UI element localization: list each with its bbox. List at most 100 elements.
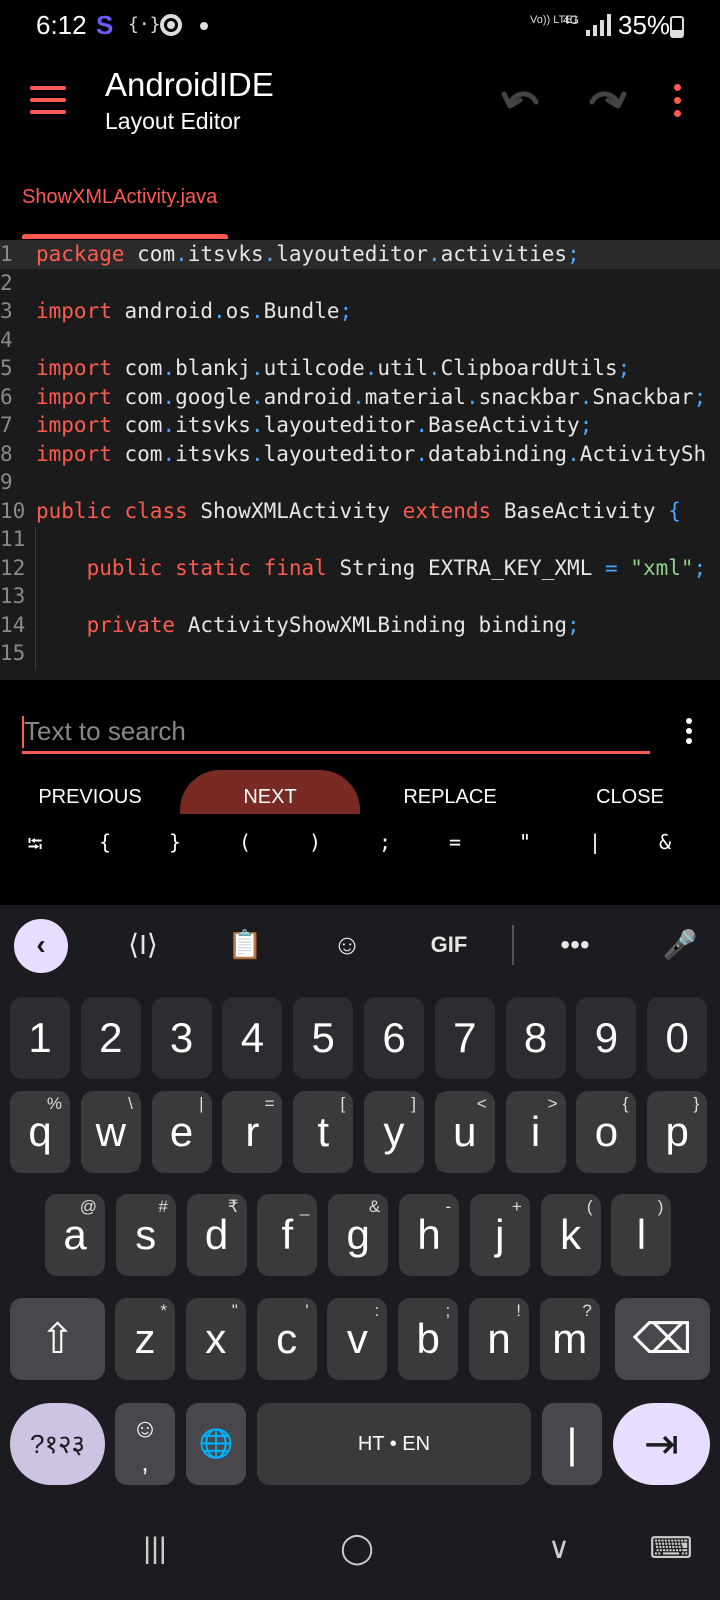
symbol-key[interactable]: { <box>70 830 140 854</box>
key-9[interactable]: 9 <box>576 997 637 1079</box>
symbol-tab-key[interactable]: ⭾ <box>0 830 70 864</box>
symbol-key[interactable]: ( <box>210 830 280 854</box>
code-token: ; <box>567 612 580 637</box>
key-0[interactable]: 0 <box>647 997 708 1079</box>
line-number: 8 <box>0 441 13 466</box>
key-s[interactable]: s # <box>115 1194 176 1276</box>
language-globe-key[interactable]: 🌐 <box>186 1403 246 1485</box>
code-line[interactable]: 13 <box>0 582 720 611</box>
symbol-key[interactable]: & <box>630 830 700 854</box>
symbol-key[interactable]: = <box>420 830 490 854</box>
keyboard-switch-icon[interactable]: ⌨ <box>646 1529 696 1569</box>
next-button[interactable]: NEXT <box>180 770 360 814</box>
symbol-key[interactable]: ; <box>350 830 420 854</box>
key-v[interactable]: v: <box>327 1298 388 1380</box>
symbols-key[interactable]: ?१२३ <box>10 1403 105 1485</box>
hamburger-menu-icon[interactable] <box>30 86 66 116</box>
key-h[interactable]: h- <box>399 1194 459 1276</box>
code-line[interactable]: 7 import com.itsvks.layouteditor.BaseActi… <box>0 411 720 440</box>
code-line[interactable]: 9 <box>0 468 720 497</box>
key-6[interactable]: 6 <box>364 997 424 1079</box>
redo-icon[interactable] <box>584 82 628 118</box>
back-icon[interactable]: ∨ <box>534 1529 584 1569</box>
microphone-icon[interactable]: 🎤 <box>655 925 705 965</box>
key-m[interactable]: m? <box>539 1298 600 1380</box>
key-z[interactable]: z * <box>115 1298 175 1380</box>
key-2[interactable]: 2 <box>80 997 141 1079</box>
key-w[interactable]: w \ <box>80 1091 141 1173</box>
key-u[interactable]: u < <box>434 1091 495 1173</box>
key-k[interactable]: k( <box>540 1194 601 1276</box>
key-a[interactable]: a @ <box>45 1194 105 1276</box>
key-5[interactable]: 5 <box>293 997 354 1079</box>
collapse-toolbar-icon[interactable]: ‹ <box>14 919 68 973</box>
code-line[interactable]: 1 package com.itsvks.layouteditor.activit… <box>0 240 720 269</box>
key-7[interactable]: 7 <box>434 997 495 1079</box>
code-line[interactable]: 3 import android.os.Bundle; <box>0 297 720 326</box>
previous-button[interactable]: PREVIOUS <box>0 770 180 814</box>
sticker-icon[interactable]: ☺ <box>322 925 372 965</box>
key-1[interactable]: 1 <box>10 997 70 1079</box>
home-icon[interactable]: ◯ <box>332 1529 382 1569</box>
symbol-key[interactable]: } <box>140 830 210 854</box>
undo-icon[interactable] <box>500 82 544 118</box>
replace-button[interactable]: REPLACE <box>360 770 540 814</box>
key-8[interactable]: 8 <box>505 997 566 1079</box>
key-i[interactable]: i > <box>505 1091 566 1173</box>
search-more-icon[interactable] <box>686 718 692 744</box>
key-label: p <box>665 1108 689 1155</box>
key-x[interactable]: x " <box>185 1298 246 1380</box>
key-o[interactable]: o{ <box>576 1091 637 1173</box>
recents-icon[interactable]: ||| <box>130 1529 180 1569</box>
code-line[interactable]: 2 <box>0 269 720 298</box>
key-t[interactable]: t[ <box>293 1091 354 1173</box>
key-label: s <box>135 1211 157 1258</box>
code-line[interactable]: 14 private ActivityShowXMLBinding bindin… <box>0 611 720 640</box>
code-editor[interactable]: 1 package com.itsvks.layouteditor.activit… <box>0 240 720 680</box>
key-e[interactable]: e | <box>151 1091 212 1173</box>
key-p[interactable]: p} <box>647 1091 708 1173</box>
emoji-comma-key[interactable]: ☺, <box>115 1403 175 1485</box>
code-line[interactable]: 15 <box>0 639 720 668</box>
space-key[interactable]: HT • EN <box>257 1403 531 1485</box>
key-n[interactable]: n! <box>469 1298 529 1380</box>
more-icon[interactable]: ••• <box>550 925 600 965</box>
key-label: 4 <box>240 1014 265 1061</box>
key-c[interactable]: c ' <box>256 1298 317 1380</box>
code-line[interactable]: 8 import com.itsvks.layouteditor.databind… <box>0 440 720 469</box>
key-y[interactable]: y] <box>364 1091 424 1173</box>
backspace-key[interactable]: ⌫ <box>615 1298 710 1380</box>
search-input[interactable] <box>22 712 650 754</box>
key-g[interactable]: g & <box>328 1194 389 1276</box>
shift-key[interactable]: ⇧ <box>10 1298 105 1380</box>
key-3[interactable]: 3 <box>151 997 212 1079</box>
period-key[interactable]: | <box>542 1403 602 1485</box>
gif-icon[interactable]: GIF <box>424 925 474 965</box>
key-j[interactable]: j + <box>469 1194 530 1276</box>
key-4[interactable]: 4 <box>222 997 283 1079</box>
symbol-key[interactable]: ) <box>280 830 350 854</box>
key-label: 1 <box>28 1014 52 1061</box>
code-line[interactable]: 4 <box>0 326 720 355</box>
symbol-key[interactable]: " <box>490 830 560 854</box>
overflow-menu-icon[interactable] <box>674 84 682 118</box>
symbol-key[interactable]: | <box>560 830 630 854</box>
clipboard-icon[interactable]: 📋 <box>220 925 270 965</box>
key-b[interactable]: b; <box>398 1298 459 1380</box>
key-r[interactable]: r = <box>222 1091 283 1173</box>
code-line[interactable]: 12 public static final String EXTRA_KEY_… <box>0 554 720 583</box>
key-d[interactable]: d ₹ <box>186 1194 247 1276</box>
code-line[interactable]: 11 <box>0 525 720 554</box>
code-token: layouteditor <box>263 413 416 437</box>
close-button[interactable]: CLOSE <box>540 770 720 814</box>
text-cursor-icon[interactable]: ⟨I⟩ <box>118 925 168 965</box>
code-line[interactable]: 10 public class ShowXMLActivity extends B… <box>0 497 720 526</box>
code-line[interactable]: 5 import com.blankj.utilcode.util.Clipboa… <box>0 354 720 383</box>
enter-key[interactable]: ⇥ <box>613 1403 710 1485</box>
key-f[interactable]: f _ <box>257 1194 318 1276</box>
tab-showxmlactivity[interactable]: ShowXMLActivity.java <box>22 186 217 209</box>
key-q[interactable]: q% <box>10 1091 70 1173</box>
code-line[interactable]: 6 import com.google.android.material.snac… <box>0 383 720 412</box>
key-l[interactable]: l) <box>611 1194 672 1276</box>
